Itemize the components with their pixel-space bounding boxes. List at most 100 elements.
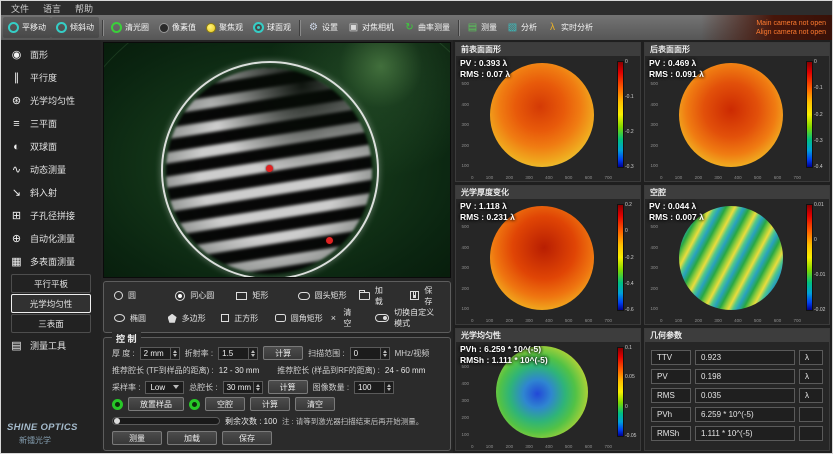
total-cavity-spinner[interactable]: 30 mm: [223, 381, 263, 394]
mask-shape-polygon[interactable]: 多边形: [168, 313, 222, 324]
y-tick: 400: [461, 102, 469, 107]
calculate-button-1[interactable]: 计算: [263, 346, 303, 360]
scan-range-label: 扫描范围 :: [308, 348, 344, 359]
toolbar-button-label: 倾斜动: [70, 22, 94, 33]
toolbar-button-analyze[interactable]: ▧分析: [502, 17, 542, 38]
colorbar-tick: -0.4: [814, 164, 828, 170]
focus-icon: [206, 23, 216, 33]
colorbar-tick: 0: [814, 59, 828, 65]
scan-progress-slider[interactable]: [112, 417, 220, 425]
sidebar-item-parallel[interactable]: ∥平行度: [1, 66, 101, 89]
clear-button[interactable]: 清空: [295, 397, 335, 411]
mask-shape-circle[interactable]: 圆: [114, 290, 175, 301]
menu-item-0[interactable]: 文件: [4, 2, 36, 15]
spinner-arrows-icon[interactable]: [253, 382, 262, 393]
analyze-icon: ▧: [507, 22, 518, 33]
place-sample-button[interactable]: 放置样品: [128, 397, 184, 411]
toolbar-button-radius[interactable]: ↻曲率测量: [399, 17, 455, 38]
toolbar-button-label: 曲率测量: [418, 22, 450, 33]
sidebar-item-dynamic[interactable]: ∿动态测量: [1, 158, 101, 181]
sidebar-item-homogeneity[interactable]: ⊛光学均匀性: [1, 89, 101, 112]
sidebar-item-label: 平行度: [30, 71, 57, 84]
edge-marker[interactable]: [326, 237, 333, 244]
sidebar-item-label: 测量工具: [30, 339, 66, 352]
calculate-button-2[interactable]: 计算: [268, 380, 308, 394]
mask-shape-concentric[interactable]: 同心圆: [175, 290, 236, 301]
measure-button[interactable]: 测量: [112, 431, 162, 445]
empty-cavity-button[interactable]: 空腔: [205, 397, 245, 411]
menu-item-2[interactable]: 帮助: [68, 2, 100, 15]
sidebar-item-threeflat[interactable]: ≡三平面: [1, 112, 101, 135]
oblique-icon: ↘: [10, 186, 23, 199]
parameter-unit: [799, 407, 823, 422]
toggle-icon: [375, 314, 389, 322]
calculate-button-3[interactable]: 计算: [250, 397, 290, 411]
pv-rms-readout: PVh : 6.259 * 10^(-5) RMSh : 1.111 * 10^…: [460, 344, 548, 366]
rms-label: RMS :: [460, 69, 484, 79]
parameter-name: PVh: [651, 407, 691, 422]
y-tick: 300: [461, 122, 469, 127]
pvh-value: 6.259 * 10^(-5): [484, 344, 541, 354]
toolbar-button-settings[interactable]: ⚙设置: [303, 17, 343, 38]
tilt-icon: [56, 22, 67, 33]
mask-action-save[interactable]: 保存: [410, 285, 440, 307]
spinner-arrows-icon[interactable]: [380, 348, 389, 359]
thickness-spinner[interactable]: 2 mm: [140, 347, 180, 360]
sidebar-item-oblique[interactable]: ↘斜入射: [1, 181, 101, 204]
toolbar-button-measure[interactable]: ▤测量: [462, 17, 502, 38]
sidebar-item-surface[interactable]: ◉面形: [1, 43, 101, 66]
sidebar-item-multisurface[interactable]: ▦多表面测量: [1, 250, 101, 273]
sidebar-subitem-1[interactable]: 光学均匀性: [11, 294, 91, 313]
sample-rate-dropdown[interactable]: Low: [145, 381, 184, 394]
toolbar-button-sphere[interactable]: 球面观: [248, 17, 296, 38]
sidebar-subitem-0[interactable]: 平行平板: [11, 274, 91, 293]
mask-row-2: 椭圆 多边形 正方形圆角矩形×清空切换自定义模式: [114, 307, 440, 329]
mask-action-clear[interactable]: ×清空: [328, 307, 355, 329]
refractive-index-spinner[interactable]: 1.5: [218, 347, 258, 360]
mask-action-toggle[interactable]: 切换自定义模式: [375, 307, 440, 329]
remaining-count: 剩余次数 : 100: [225, 416, 277, 427]
spinner-arrows-icon[interactable]: [384, 382, 393, 393]
menu-item-1[interactable]: 语言: [36, 2, 68, 15]
toolbar-button-label: 清光圈: [125, 22, 149, 33]
toolbar-button-pixel[interactable]: 像素值: [154, 17, 201, 38]
toolbar-button-tilt[interactable]: 倾斜动: [51, 17, 99, 38]
pv-label: PV :: [649, 201, 666, 211]
save-button[interactable]: 保存: [222, 431, 272, 445]
mask-option-label: 矩形: [252, 290, 268, 301]
sidebar-subitem-2[interactable]: 三表面: [11, 314, 91, 333]
sidebar-item-stitch[interactable]: ⊞子孔径拼接: [1, 204, 101, 227]
sidebar-item-doublesphere[interactable]: ◐双球面: [1, 135, 101, 158]
colorbar: [806, 204, 813, 311]
sidebar-item-auto[interactable]: ⊕自动化测量: [1, 227, 101, 250]
mask-shape-square[interactable]: 正方形: [221, 313, 275, 324]
colorbar-tick: 0.2: [625, 202, 639, 208]
y-tick: 400: [650, 102, 658, 107]
rms-value: 0.231 λ: [486, 212, 514, 222]
empty-cavity-led-indicator: [189, 399, 200, 410]
image-count-label: 图像数量 :: [313, 382, 349, 393]
toolbar-button-label: 测量: [481, 22, 497, 33]
colorbar-tick: -0.1: [814, 85, 828, 91]
toolbar-button-aperture[interactable]: 清光圈: [106, 17, 154, 38]
image-count-spinner[interactable]: 100: [354, 381, 394, 394]
mask-action-folder[interactable]: 加载: [359, 285, 391, 307]
spinner-arrows-icon[interactable]: [170, 348, 179, 359]
sidebar-item-tools[interactable]: ▤测量工具: [1, 334, 101, 357]
center-marker[interactable]: [266, 165, 273, 172]
load-button[interactable]: 加载: [167, 431, 217, 445]
mask-shape-capsule[interactable]: 圆头矩形: [298, 290, 359, 301]
toolbar-button-pan[interactable]: 平移动: [3, 17, 51, 38]
spinner-arrows-icon[interactable]: [248, 348, 257, 359]
y-tick: 400: [650, 245, 658, 250]
mask-shape-ellipse[interactable]: 椭圆: [114, 313, 168, 324]
mask-shape-rect[interactable]: 矩形: [236, 290, 297, 301]
mask-option-label: 多边形: [182, 313, 206, 324]
mask-option-label: 保存: [424, 285, 440, 307]
camera-view[interactable]: [103, 42, 451, 278]
toolbar-button-focus[interactable]: 聚焦观: [201, 17, 248, 38]
toolbar-button-realtime[interactable]: λ实时分析: [542, 17, 598, 38]
toolbar-button-camera[interactable]: ▣对焦相机: [343, 17, 399, 38]
mask-shape-rounded[interactable]: 圆角矩形: [275, 313, 329, 324]
scan-range-spinner[interactable]: 0: [350, 347, 390, 360]
